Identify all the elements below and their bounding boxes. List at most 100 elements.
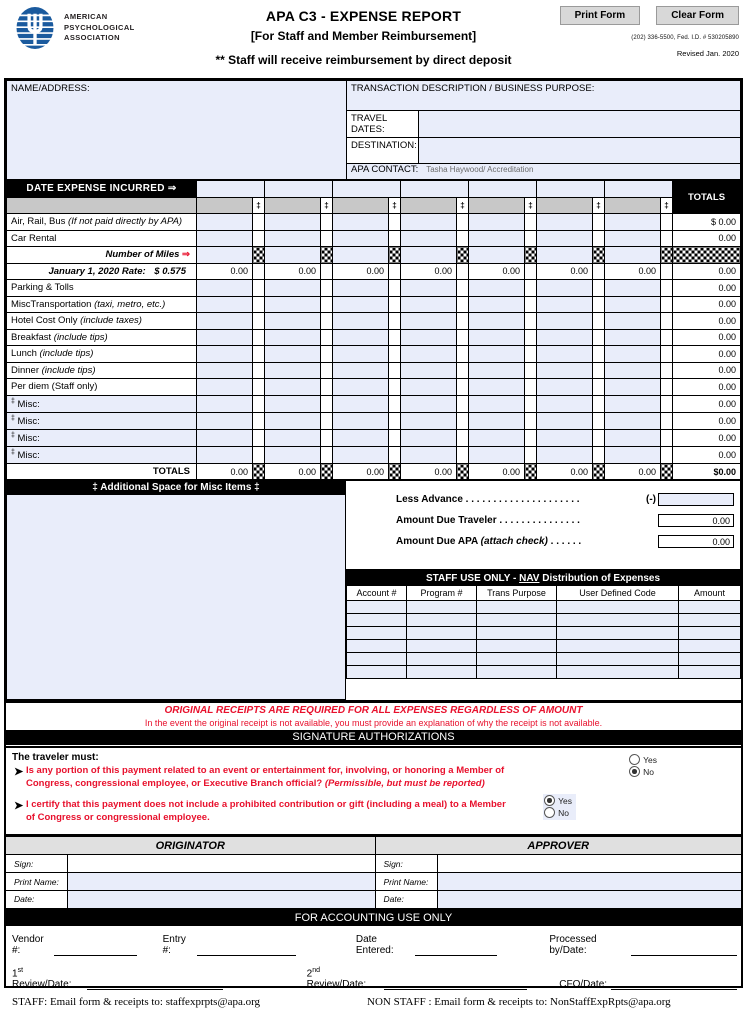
cell-miles-5[interactable]	[536, 246, 593, 264]
processed-by-input[interactable]	[631, 945, 737, 956]
cell-misc2-2[interactable]	[332, 411, 389, 430]
staff-cell-2-2[interactable]	[476, 626, 557, 641]
cell-hotel-0[interactable]	[196, 312, 253, 330]
q2-no-option[interactable]: No	[544, 807, 572, 819]
date-input-3[interactable]	[400, 180, 469, 198]
staff-cell-1-3[interactable]	[556, 613, 679, 628]
staff-cell-2-4[interactable]	[678, 626, 741, 641]
cell-parking-4[interactable]	[468, 279, 525, 297]
cell-miles-1[interactable]	[264, 246, 321, 264]
cell-dinner-3[interactable]	[400, 361, 457, 379]
cell-lunch-4[interactable]	[468, 345, 525, 363]
cell-miles-4[interactable]	[468, 246, 525, 264]
cell-misc3-4[interactable]	[468, 428, 525, 447]
cell-perdiem-3[interactable]	[400, 378, 457, 396]
cell-car-5[interactable]	[536, 229, 593, 247]
cell-car-1[interactable]	[264, 229, 321, 247]
originator-print-input[interactable]	[66, 872, 376, 892]
cell-hotel-1[interactable]	[264, 312, 321, 330]
cell-lunch-2[interactable]	[332, 345, 389, 363]
cell-misc1-0[interactable]	[196, 394, 253, 413]
cell-misc1-1[interactable]	[264, 394, 321, 413]
cell-misc3-3[interactable]	[400, 428, 457, 447]
q1-no-option[interactable]: No	[629, 766, 657, 778]
cell-misc3-1[interactable]	[264, 428, 321, 447]
cell-air-5[interactable]	[536, 213, 593, 231]
staff-cell-5-4[interactable]	[678, 665, 741, 680]
cell-misc1-2[interactable]	[332, 394, 389, 413]
cell-hotel-2[interactable]	[332, 312, 389, 330]
cell-air-1[interactable]	[264, 213, 321, 231]
cell-perdiem-5[interactable]	[536, 378, 593, 396]
cell-perdiem-1[interactable]	[264, 378, 321, 396]
staff-cell-1-4[interactable]	[678, 613, 741, 628]
cell-misc2-1[interactable]	[264, 411, 321, 430]
cell-misc4-3[interactable]	[400, 445, 457, 465]
staff-cell-2-3[interactable]	[556, 626, 679, 641]
cell-parking-6[interactable]	[604, 279, 661, 297]
cell-car-6[interactable]	[604, 229, 661, 247]
date-input-4[interactable]	[468, 180, 537, 198]
cell-breakfast-3[interactable]	[400, 328, 457, 346]
staff-cell-5-0[interactable]	[346, 665, 407, 680]
question-2-radio-group[interactable]: Yes No	[543, 794, 576, 821]
staff-cell-5-2[interactable]	[476, 665, 557, 680]
cell-air-3[interactable]	[400, 213, 457, 231]
cell-hotel-4[interactable]	[468, 312, 525, 330]
cell-misc2-0[interactable]	[196, 411, 253, 430]
date-input-1[interactable]	[264, 180, 333, 198]
cell-misctrans-4[interactable]	[468, 295, 525, 313]
staff-cell-0-2[interactable]	[476, 600, 557, 615]
cell-parking-0[interactable]	[196, 279, 253, 297]
staff-cell-0-1[interactable]	[406, 600, 477, 615]
cell-parking-2[interactable]	[332, 279, 389, 297]
cell-car-0[interactable]	[196, 229, 253, 247]
radio-selected-icon[interactable]	[629, 766, 641, 778]
cell-perdiem-2[interactable]	[332, 378, 389, 396]
staff-cell-3-4[interactable]	[678, 639, 741, 654]
cell-air-4[interactable]	[468, 213, 525, 231]
cell-misc1-4[interactable]	[468, 394, 525, 413]
staff-cell-1-0[interactable]	[346, 613, 407, 628]
additional-space-input[interactable]	[6, 495, 346, 701]
approver-print-input[interactable]	[436, 872, 743, 892]
cell-misc3-6[interactable]	[604, 428, 661, 447]
cell-misc4-6[interactable]	[604, 445, 661, 465]
cell-hotel-3[interactable]	[400, 312, 457, 330]
cell-parking-1[interactable]	[264, 279, 321, 297]
cell-misc3-2[interactable]	[332, 428, 389, 447]
cell-air-0[interactable]	[196, 213, 253, 231]
cell-misc2-5[interactable]	[536, 411, 593, 430]
staff-cell-4-3[interactable]	[556, 652, 679, 667]
staff-cell-4-0[interactable]	[346, 652, 407, 667]
cell-misc1-6[interactable]	[604, 394, 661, 413]
cell-lunch-0[interactable]	[196, 345, 253, 363]
cell-misc2-3[interactable]	[400, 411, 457, 430]
cell-lunch-5[interactable]	[536, 345, 593, 363]
cell-perdiem-4[interactable]	[468, 378, 525, 396]
cell-lunch-3[interactable]	[400, 345, 457, 363]
staff-cell-3-0[interactable]	[346, 639, 407, 654]
review2-input[interactable]	[383, 979, 528, 990]
cfo-input[interactable]	[611, 979, 738, 990]
cell-misc3-0[interactable]	[196, 428, 253, 447]
cell-misc4-4[interactable]	[468, 445, 525, 465]
date-input-5[interactable]	[536, 180, 605, 198]
question-1-radio-group[interactable]: Yes No	[629, 754, 657, 778]
staff-cell-0-0[interactable]	[346, 600, 407, 615]
cell-misctrans-2[interactable]	[332, 295, 389, 313]
cell-breakfast-1[interactable]	[264, 328, 321, 346]
staff-cell-1-2[interactable]	[476, 613, 557, 628]
cell-air-6[interactable]	[604, 213, 661, 231]
row-label-misc-1[interactable]: ‡ Misc:	[6, 394, 197, 413]
cell-misctrans-5[interactable]	[536, 295, 593, 313]
date-input-2[interactable]	[332, 180, 401, 198]
review1-input[interactable]	[86, 979, 223, 990]
cell-dinner-0[interactable]	[196, 361, 253, 379]
staff-cell-2-0[interactable]	[346, 626, 407, 641]
travel-dates-input[interactable]	[418, 110, 741, 138]
cell-car-3[interactable]	[400, 229, 457, 247]
cell-breakfast-6[interactable]	[604, 328, 661, 346]
cell-perdiem-0[interactable]	[196, 378, 253, 396]
staff-cell-0-4[interactable]	[678, 600, 741, 615]
